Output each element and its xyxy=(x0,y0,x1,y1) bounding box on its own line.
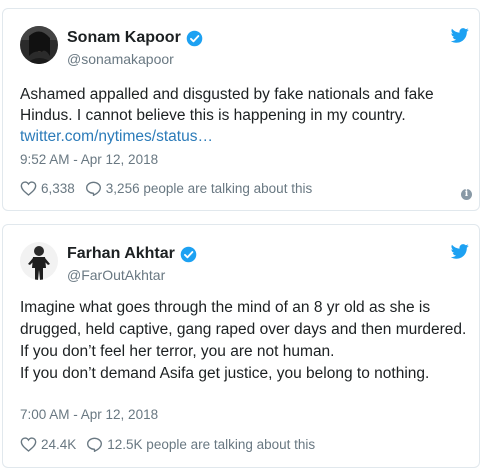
tweet-text: Imagine what goes through the mind of an… xyxy=(20,297,470,385)
tweet-text-line: If you don’t feel her terror, you are no… xyxy=(20,343,335,360)
conversation-count: 12.5K people are talking about this xyxy=(107,437,316,452)
author-handle[interactable]: @FarOutAkhtar xyxy=(67,267,165,283)
heart-icon xyxy=(20,437,37,452)
like-count: 24.4K xyxy=(41,437,77,452)
twitter-bird-icon[interactable] xyxy=(451,28,469,43)
twitter-bird-icon[interactable] xyxy=(451,244,469,259)
tweet-actions: 24.4K 12.5K people are talking about thi… xyxy=(20,437,325,452)
reply-button[interactable]: 3,256 people are talking about this xyxy=(85,181,312,196)
like-count: 6,338 xyxy=(41,181,75,196)
avatar[interactable] xyxy=(20,242,58,280)
verified-badge-icon xyxy=(186,30,203,46)
tweet-link[interactable]: twitter.com/nytimes/status… xyxy=(20,128,213,145)
tweet-card[interactable]: Farhan Akhtar @FarOutAkhtar Imagine what… xyxy=(2,224,480,468)
heart-icon xyxy=(20,181,37,196)
speech-bubble-icon xyxy=(85,181,101,196)
like-button[interactable]: 24.4K xyxy=(20,437,76,452)
author-name[interactable]: Farhan Akhtar xyxy=(67,245,175,263)
speech-bubble-icon xyxy=(87,437,103,452)
tweet-text-line: If you don’t demand Asifa get justice, y… xyxy=(20,365,430,382)
timestamp[interactable]: 9:52 AM - Apr 12, 2018 xyxy=(20,152,158,167)
tweet-card[interactable]: Sonam Kapoor @sonamakapoor Ashamed appal… xyxy=(2,8,480,211)
timestamp[interactable]: 7:00 AM - Apr 12, 2018 xyxy=(20,407,158,422)
verified-badge-icon xyxy=(180,246,197,262)
conversation-count: 3,256 people are talking about this xyxy=(105,181,313,196)
tweet-text: Ashamed appalled and disgusted by fake n… xyxy=(20,86,434,145)
author-handle[interactable]: @sonamakapoor xyxy=(67,51,174,67)
tweet-actions: 6,338 3,256 people are talking about thi… xyxy=(20,181,322,196)
tweet-text-line: Imagine what goes through the mind of an… xyxy=(20,299,467,338)
reply-button[interactable]: 12.5K people are talking about this xyxy=(86,437,315,452)
author-name[interactable]: Sonam Kapoor xyxy=(67,29,181,47)
like-button[interactable]: 6,338 xyxy=(20,181,75,196)
info-icon[interactable]: i xyxy=(461,189,472,200)
avatar[interactable] xyxy=(20,26,58,64)
